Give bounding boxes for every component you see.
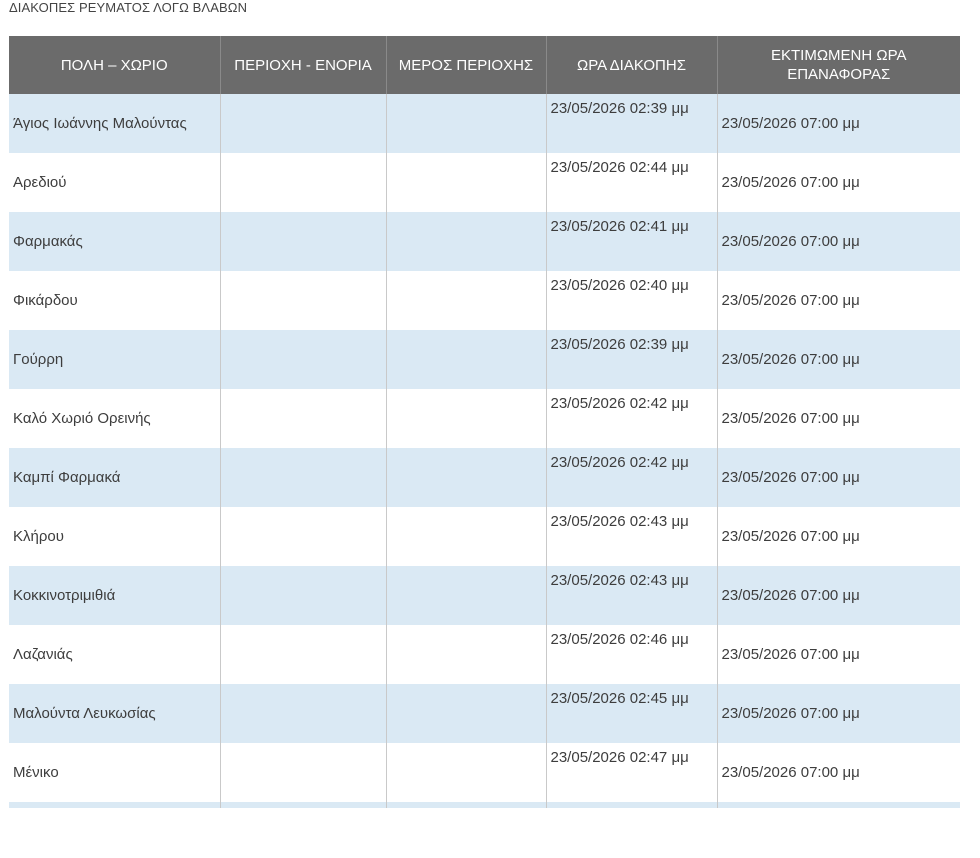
town-cell: Γούρρη [9,330,221,389]
area-cell [220,271,387,330]
part-cell [386,743,547,802]
restore-time-cell: 23/05/2026 07:00 μμ [717,743,960,802]
area-cell [220,330,387,389]
table-row: Μένικο 23/05/2026 02:47 μμ 23/05/2026 07:0… [9,743,960,802]
cut-time-cell: 23/05/2026 02:39 μμ [546,330,718,389]
restore-time-cell: 23/05/2026 07:00 μμ [717,389,960,448]
area-cell [220,153,387,212]
part-cell [386,153,547,212]
restore-time-cell: 23/05/2026 07:00 μμ [717,153,960,212]
part-cell [386,625,547,684]
town-cell: Φικάρδου [9,271,221,330]
empty-cell [9,802,221,808]
area-cell [220,566,387,625]
column-header-part: ΜΕΡΟΣ ΠΕΡΙΟΧΗΣ [386,36,547,94]
empty-cell [717,802,960,808]
table-row: Καλό Χωριό Ορεινής 23/05/2026 02:42 μμ 23/… [9,389,960,448]
part-cell [386,389,547,448]
area-cell [220,212,387,271]
table-row: Άγιος Ιωάννης Μαλούντας 23/05/2026 02:39 … [9,94,960,153]
table-row: Φικάρδου 23/05/2026 02:40 μμ 23/05/2026 07… [9,271,960,330]
table-row: Φαρμακάς 23/05/2026 02:41 μμ 23/05/2026 07… [9,212,960,271]
empty-cell [546,802,718,808]
column-header-area: ΠΕΡΙΟΧΗ - ΕΝΟΡΙΑ [220,36,387,94]
restore-time-cell: 23/05/2026 07:00 μμ [717,271,960,330]
cut-time-cell: 23/05/2026 02:46 μμ [546,625,718,684]
part-cell [386,684,547,743]
column-header-restore-time: ΕΚΤΙΜΩΜΕΝΗ ΩΡΑ ΕΠΑΝΑΦΟΡΑΣ [717,36,960,94]
table-row: Γούρρη 23/05/2026 02:39 μμ 23/05/2026 07:0… [9,330,960,389]
town-cell: Αρεδιού [9,153,221,212]
town-cell: Κοκκινοτριμιθιά [9,566,221,625]
part-cell [386,94,547,153]
restore-time-cell: 23/05/2026 07:00 μμ [717,684,960,743]
table-row: Μαλούντα Λευκωσίας 23/05/2026 02:45 μμ 23/… [9,684,960,743]
town-cell: Λαζανιάς [9,625,221,684]
area-cell [220,448,387,507]
restore-time-cell: 23/05/2026 07:00 μμ [717,448,960,507]
table-row-partial [9,802,960,808]
table-row: Αρεδιού 23/05/2026 02:44 μμ 23/05/2026 07:… [9,153,960,212]
cut-time-cell: 23/05/2026 02:39 μμ [546,94,718,153]
cut-time-cell: 23/05/2026 02:42 μμ [546,448,718,507]
town-cell: Μαλούντα Λευκωσίας [9,684,221,743]
table-header: ΠΟΛΗ – ΧΩΡΙΟ ΠΕΡΙΟΧΗ - ΕΝΟΡΙΑ ΜΕΡΟΣ ΠΕΡΙ… [9,36,960,94]
area-cell [220,94,387,153]
part-cell [386,448,547,507]
town-cell: Φαρμακάς [9,212,221,271]
cut-time-cell: 23/05/2026 02:40 μμ [546,271,718,330]
area-cell [220,743,387,802]
restore-time-cell: 23/05/2026 07:00 μμ [717,625,960,684]
part-cell [386,507,547,566]
town-cell: Καλό Χωριό Ορεινής [9,389,221,448]
area-cell [220,625,387,684]
town-cell: Μένικο [9,743,221,802]
area-cell [220,389,387,448]
town-cell: Καμπί Φαρμακά [9,448,221,507]
empty-cell [386,802,547,808]
area-cell [220,507,387,566]
table-row: Κλήρου 23/05/2026 02:43 μμ 23/05/2026 07:0… [9,507,960,566]
table-row: Καμπί Φαρμακά 23/05/2026 02:42 μμ 23/05/20… [9,448,960,507]
restore-time-cell: 23/05/2026 07:00 μμ [717,507,960,566]
part-cell [386,566,547,625]
part-cell [386,271,547,330]
town-cell: Άγιος Ιωάννης Μαλούντας [9,94,221,153]
cut-time-cell: 23/05/2026 02:43 μμ [546,507,718,566]
restore-time-cell: 23/05/2026 07:00 μμ [717,94,960,153]
part-cell [386,212,547,271]
cut-time-cell: 23/05/2026 02:41 μμ [546,212,718,271]
outages-table: ΠΟΛΗ – ΧΩΡΙΟ ΠΕΡΙΟΧΗ - ΕΝΟΡΙΑ ΜΕΡΟΣ ΠΕΡΙ… [9,36,960,808]
header-row: ΠΟΛΗ – ΧΩΡΙΟ ΠΕΡΙΟΧΗ - ΕΝΟΡΙΑ ΜΕΡΟΣ ΠΕΡΙ… [9,36,960,94]
table-body: Άγιος Ιωάννης Μαλούντας 23/05/2026 02:39 … [9,94,960,808]
table-row: Κοκκινοτριμιθιά 23/05/2026 02:43 μμ 23/05/… [9,566,960,625]
page-title: ΔΙΑΚΟΠΕΣ ΡΕΥΜΑΤΟΣ ΛΟΓΩ ΒΛΑΒΩΝ [9,0,248,15]
column-header-cut-time: ΩΡΑ ΔΙΑΚΟΠΗΣ [546,36,718,94]
part-cell [386,330,547,389]
table-row: Λαζανιάς 23/05/2026 02:46 μμ 23/05/2026 07… [9,625,960,684]
restore-time-cell: 23/05/2026 07:00 μμ [717,330,960,389]
cut-time-cell: 23/05/2026 02:43 μμ [546,566,718,625]
area-cell [220,684,387,743]
empty-cell [220,802,387,808]
column-header-town: ΠΟΛΗ – ΧΩΡΙΟ [9,36,221,94]
cut-time-cell: 23/05/2026 02:42 μμ [546,389,718,448]
cut-time-cell: 23/05/2026 02:45 μμ [546,684,718,743]
restore-time-cell: 23/05/2026 07:00 μμ [717,212,960,271]
cut-time-cell: 23/05/2026 02:44 μμ [546,153,718,212]
restore-time-cell: 23/05/2026 07:00 μμ [717,566,960,625]
town-cell: Κλήρου [9,507,221,566]
cut-time-cell: 23/05/2026 02:47 μμ [546,743,718,802]
